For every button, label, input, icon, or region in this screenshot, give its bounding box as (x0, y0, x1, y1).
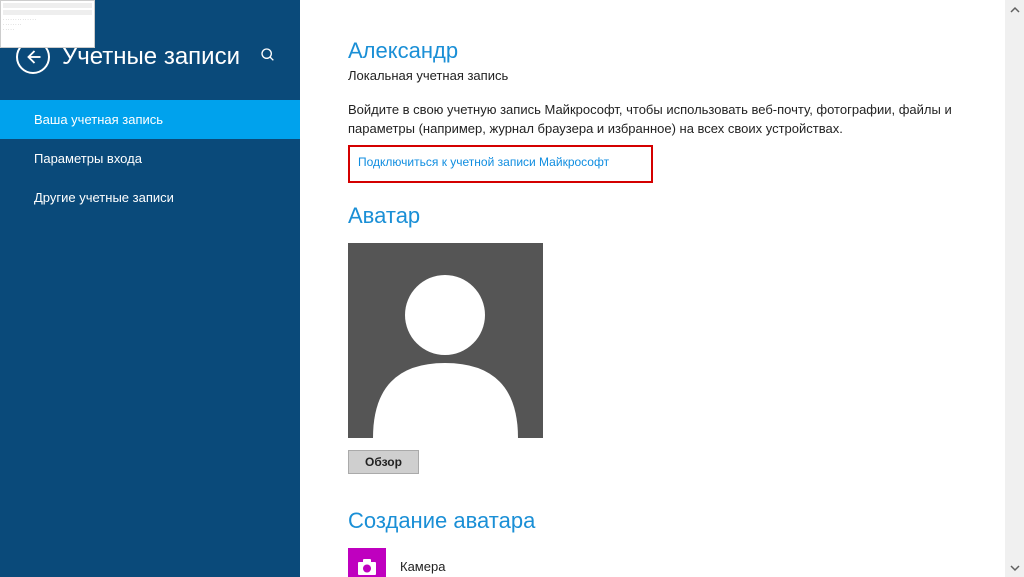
sidebar-item-signin-options[interactable]: Параметры входа (0, 139, 300, 178)
connect-microsoft-account-link[interactable]: Подключиться к учетной записи Майкрософт (358, 155, 609, 169)
sidebar-item-other-accounts[interactable]: Другие учетные записи (0, 178, 300, 217)
vertical-scrollbar[interactable] (1005, 0, 1024, 577)
option-label: Камера (400, 559, 445, 574)
account-description: Войдите в свою учетную запись Майкрософт… (348, 101, 957, 139)
settings-window: Учетные записи Ваша учетная запись Парам… (0, 0, 1005, 577)
sidebar-item-label: Другие учетные записи (34, 190, 174, 205)
avatar-placeholder (348, 243, 543, 438)
content-pane: Александр Локальная учетная запись Войди… (300, 0, 1005, 577)
avatar-option-camera[interactable]: Камера (348, 548, 957, 577)
connect-link-highlight: Подключиться к учетной записи Майкрософт (348, 145, 653, 183)
search-icon[interactable] (256, 43, 280, 72)
sidebar-item-your-account[interactable]: Ваша учетная запись (0, 100, 300, 139)
user-name-heading: Александр (348, 38, 957, 64)
camera-icon (348, 548, 386, 577)
create-avatar-heading: Создание аватара (348, 508, 957, 534)
sidebar-nav: Ваша учетная запись Параметры входа Друг… (0, 100, 300, 217)
account-type-label: Локальная учетная запись (348, 68, 957, 83)
browse-button[interactable]: Обзор (348, 450, 419, 474)
sidebar-item-label: Ваша учетная запись (34, 112, 163, 127)
browser-window-thumbnail: · · · · · · · · · · · · · ·· · · · · · ·… (0, 0, 95, 48)
scroll-down-arrow-icon[interactable] (1005, 558, 1024, 577)
sidebar-item-label: Параметры входа (34, 151, 142, 166)
avatar-heading: Аватар (348, 203, 957, 229)
scroll-track[interactable] (1005, 19, 1024, 558)
sidebar: Учетные записи Ваша учетная запись Парам… (0, 0, 300, 577)
scroll-up-arrow-icon[interactable] (1005, 0, 1024, 19)
